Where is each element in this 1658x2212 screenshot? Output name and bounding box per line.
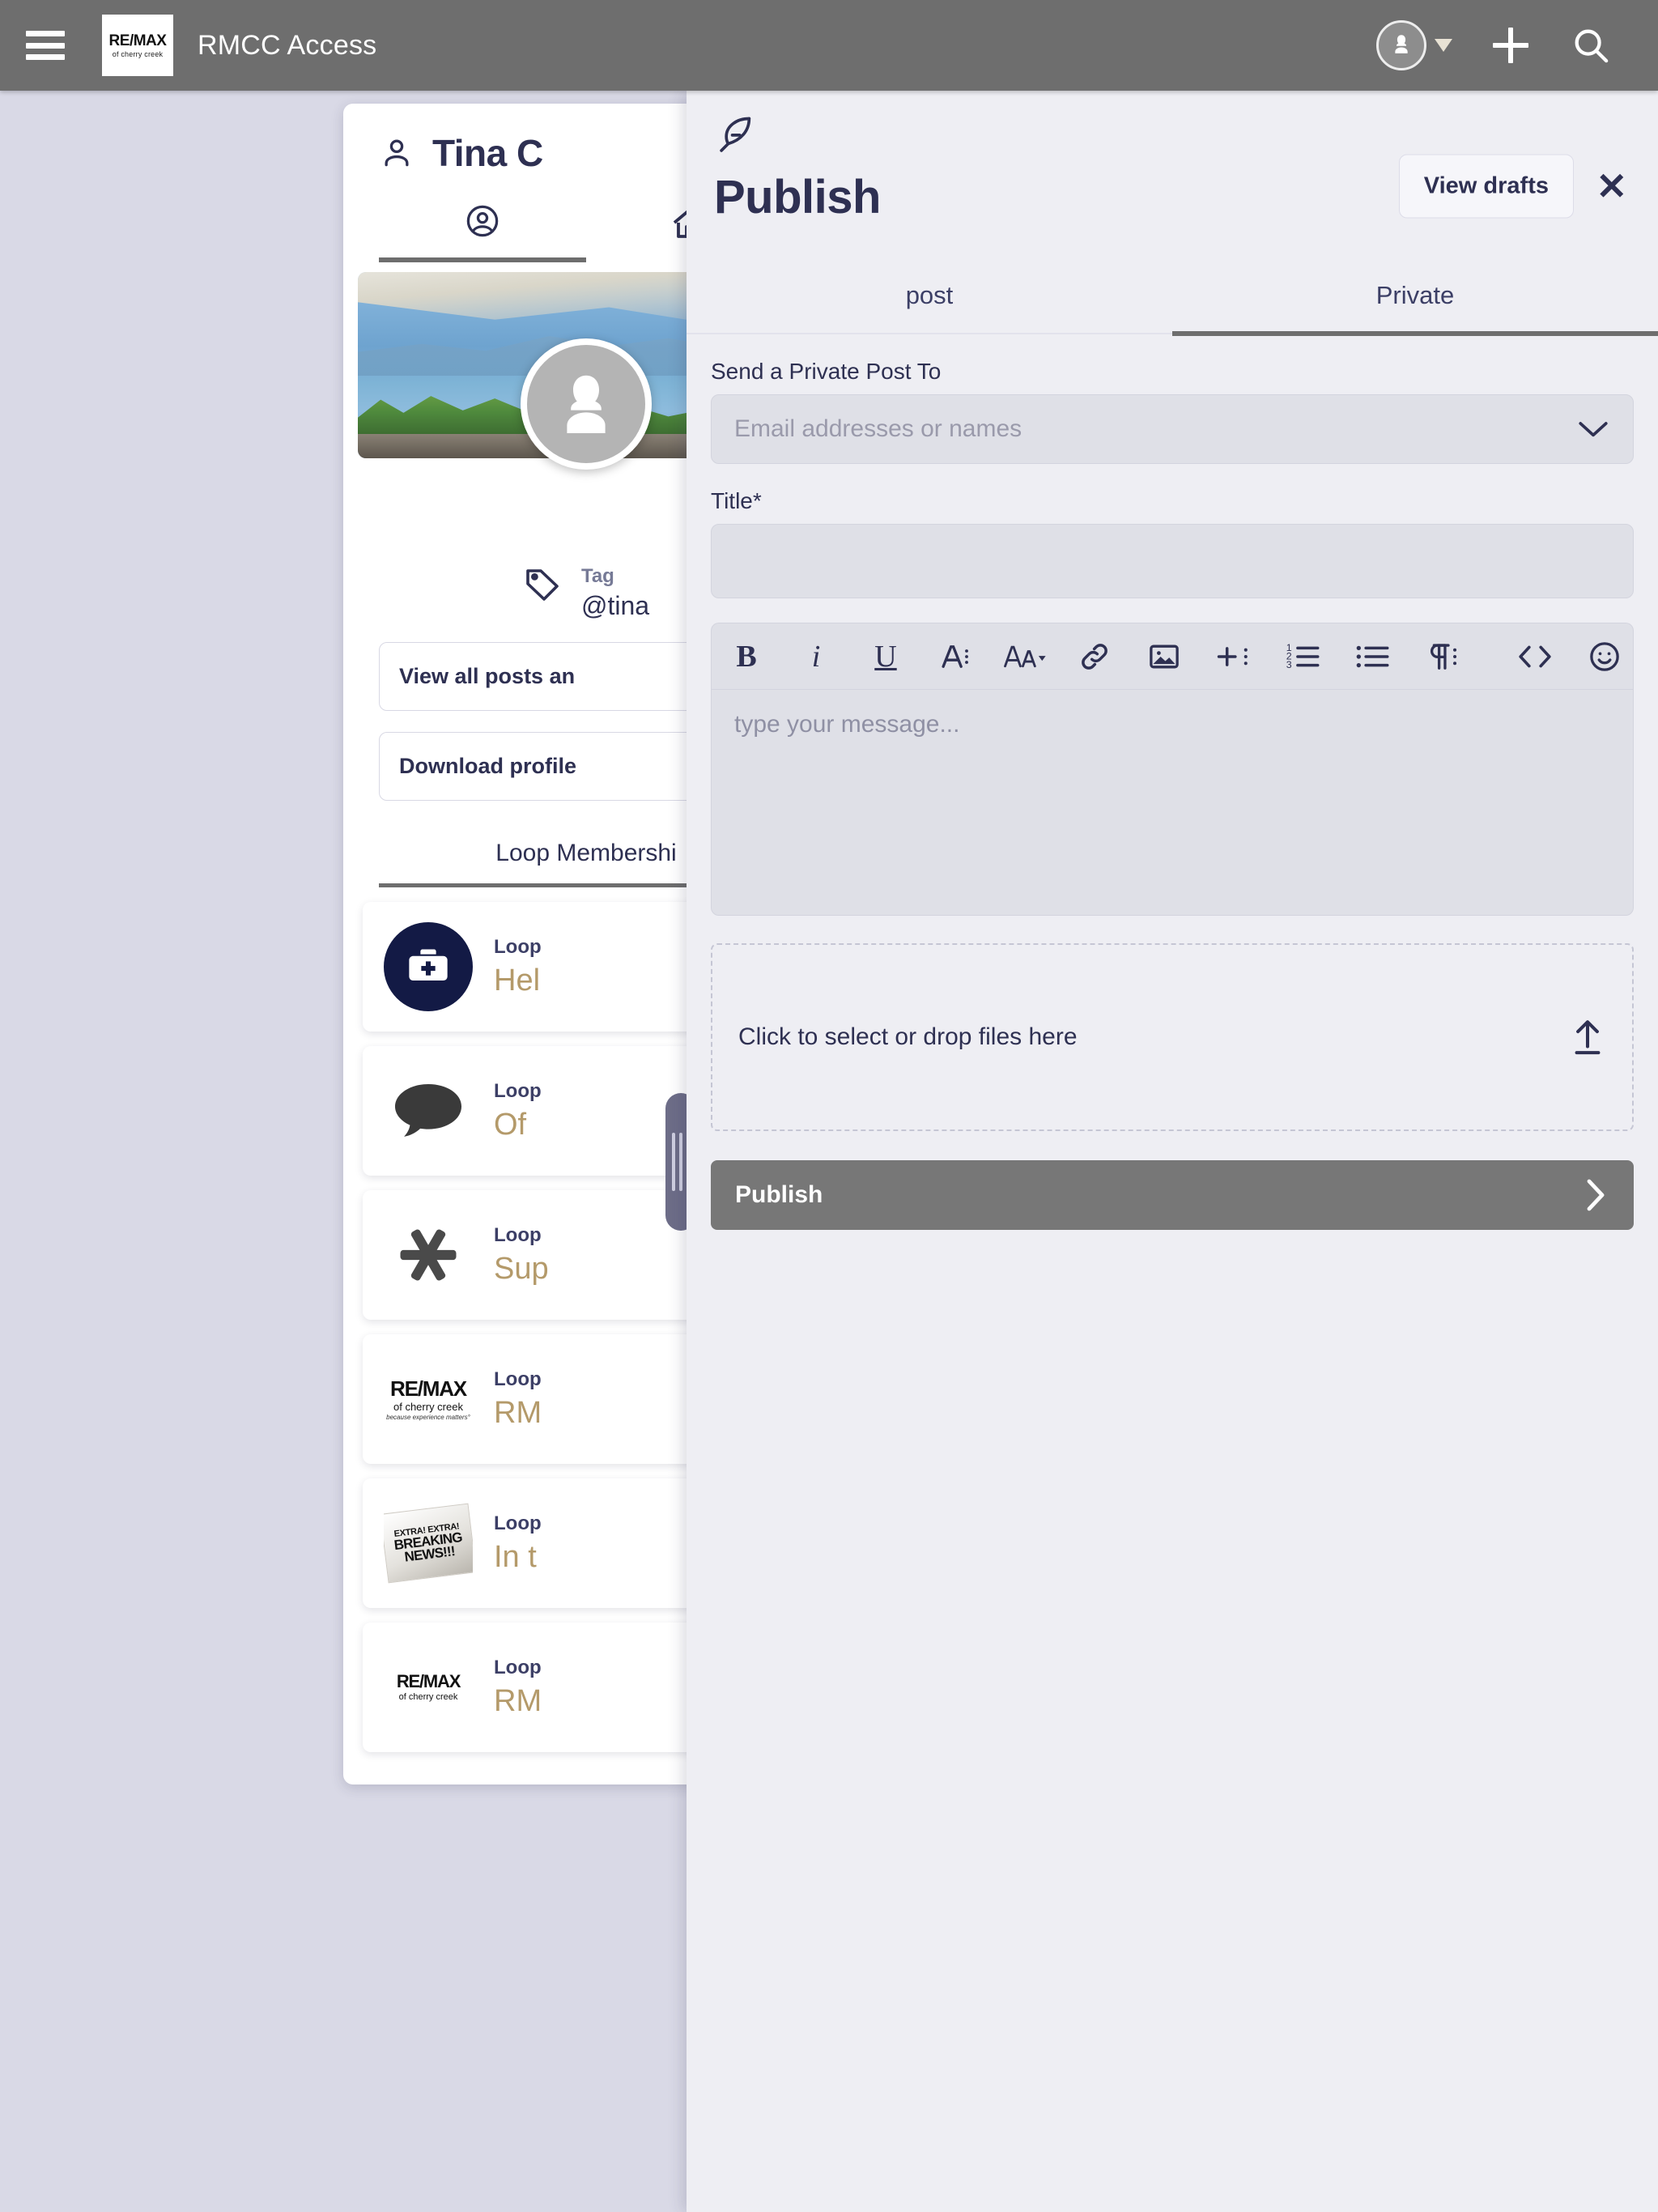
paragraph-button[interactable] xyxy=(1408,623,1477,689)
remax-cherry-creek-logo: RE/MAX of cherry creek because experienc… xyxy=(384,1355,473,1444)
close-icon[interactable]: ✕ xyxy=(1586,163,1637,210)
topbar-actions xyxy=(1376,20,1658,70)
publish-button-label: Publish xyxy=(735,1181,823,1208)
loop-kicker: Loop xyxy=(494,1368,542,1390)
person-outline-icon xyxy=(379,135,414,171)
toolbar-group-lists: 1 2 3 xyxy=(1269,623,1477,689)
editor-placeholder: type your message... xyxy=(734,711,960,738)
list-item-text: Loop RM xyxy=(494,1657,542,1719)
list-item-text: Loop Hel xyxy=(494,936,542,998)
svg-text:3: 3 xyxy=(1286,659,1292,670)
account-menu[interactable] xyxy=(1376,20,1452,70)
insert-button[interactable] xyxy=(1199,623,1269,689)
top-navigation-bar: RE/MAX of cherry creek RMCC Access xyxy=(0,0,1658,91)
emoji-button[interactable] xyxy=(1570,623,1639,689)
recipient-input[interactable]: Email addresses or names xyxy=(711,394,1634,464)
avatar[interactable] xyxy=(521,338,652,470)
publish-panel: View drafts ✕ Publish post Private Send … xyxy=(687,91,1658,2212)
speech-bubble-icon xyxy=(384,1066,473,1155)
loop-name: In t xyxy=(494,1539,537,1574)
loop-name: RM xyxy=(494,1683,542,1718)
feather-quill-icon xyxy=(714,113,1630,155)
logo-line-2: of cherry creek xyxy=(112,50,164,58)
toolbar-group-insert xyxy=(990,623,1269,689)
loop-kicker: Loop xyxy=(494,935,542,958)
recipient-label: Send a Private Post To xyxy=(711,359,942,384)
loop-name: Hel xyxy=(494,963,541,998)
underline-button[interactable]: U xyxy=(851,623,920,689)
asterisk-icon xyxy=(384,1210,473,1300)
logo-line-1: RE/MAX xyxy=(396,1671,461,1691)
tag-icon xyxy=(523,565,562,604)
remax-balloon-logo: RE/MAX of cherry creek xyxy=(384,1643,473,1732)
ordered-list-button[interactable]: 1 2 3 xyxy=(1269,623,1338,689)
editor-toolbar: B i U 1 2 3 xyxy=(711,623,1634,689)
publish-panel-header: View drafts ✕ xyxy=(687,91,1658,219)
user-avatar-icon[interactable] xyxy=(1376,20,1426,70)
caret-down-icon[interactable] xyxy=(1435,39,1452,52)
text-color-button[interactable] xyxy=(920,623,990,689)
title-label: Title* xyxy=(711,488,762,513)
title-input[interactable] xyxy=(711,524,1634,598)
toolbar-group-extras xyxy=(1500,623,1658,689)
breaking-news-icon: EXTRA! EXTRA! BREAKING NEWS!!! xyxy=(384,1499,473,1588)
list-item-text: Loop RM xyxy=(494,1368,542,1431)
tab-profile[interactable] xyxy=(379,202,586,262)
publish-form: Send a Private Post To Email addresses o… xyxy=(687,334,1658,1230)
remax-logo: RE/MAX of cherry creek xyxy=(102,15,173,76)
view-drafts-button[interactable]: View drafts xyxy=(1398,154,1574,219)
page-title: Tina C xyxy=(432,132,543,174)
logo-line-1: RE/MAX xyxy=(108,32,167,49)
italic-button[interactable]: i xyxy=(781,623,851,689)
link-button[interactable] xyxy=(1060,623,1129,689)
tag-handle: @tina xyxy=(580,591,650,620)
chevron-down-icon[interactable] xyxy=(1576,419,1610,440)
logo-line-2: of cherry creek xyxy=(398,1692,458,1702)
font-size-button[interactable] xyxy=(990,623,1060,689)
tab-post[interactable]: post xyxy=(687,263,1172,333)
loop-name: Of xyxy=(494,1107,527,1142)
list-item-text: Loop Of xyxy=(494,1080,542,1142)
plus-icon[interactable] xyxy=(1490,24,1532,66)
loop-kicker: Loop xyxy=(494,1512,542,1534)
profile-tag-text: Tag @tina xyxy=(581,565,649,621)
loop-name: RM xyxy=(494,1395,542,1430)
logo-line-3: because experience matters° xyxy=(386,1413,470,1421)
profile-circle-icon xyxy=(464,202,501,240)
file-dropzone[interactable]: Click to select or drop files here xyxy=(711,943,1634,1131)
app-title: RMCC Access xyxy=(198,29,377,61)
more-options-button[interactable] xyxy=(1639,623,1658,689)
publish-button[interactable]: Publish xyxy=(711,1160,1634,1230)
loop-kicker: Loop xyxy=(494,1079,542,1102)
tag-label: Tag xyxy=(580,565,614,587)
hamburger-icon[interactable] xyxy=(26,31,65,60)
search-icon[interactable] xyxy=(1569,23,1613,67)
list-item-text: Loop In t xyxy=(494,1512,542,1575)
rich-text-editor: B i U 1 2 3 type your message... xyxy=(711,623,1634,916)
unordered-list-button[interactable] xyxy=(1338,623,1408,689)
loop-kicker: Loop xyxy=(494,1223,542,1246)
toolbar-group-format: B i U xyxy=(712,623,990,689)
upload-icon[interactable] xyxy=(1569,1016,1606,1058)
news-line-3: NEWS!!! xyxy=(403,1543,456,1565)
code-button[interactable] xyxy=(1500,623,1570,689)
publish-tabs: post Private xyxy=(687,263,1658,336)
list-item-text: Loop Sup xyxy=(494,1224,549,1287)
loop-kicker: Loop xyxy=(494,1656,542,1678)
medical-briefcase-icon xyxy=(384,922,473,1011)
logo-line-1: RE/MAX xyxy=(390,1376,467,1401)
bold-button[interactable]: B xyxy=(712,623,781,689)
loop-name: Sup xyxy=(494,1251,549,1286)
logo-line-2: of cherry creek xyxy=(393,1400,463,1413)
recipient-placeholder: Email addresses or names xyxy=(734,415,1022,442)
image-button[interactable] xyxy=(1129,623,1199,689)
chevron-right-icon xyxy=(1582,1176,1609,1214)
tab-private[interactable]: Private xyxy=(1172,263,1658,336)
message-editor[interactable]: type your message... xyxy=(711,689,1634,916)
dropzone-label: Click to select or drop files here xyxy=(738,1023,1078,1050)
